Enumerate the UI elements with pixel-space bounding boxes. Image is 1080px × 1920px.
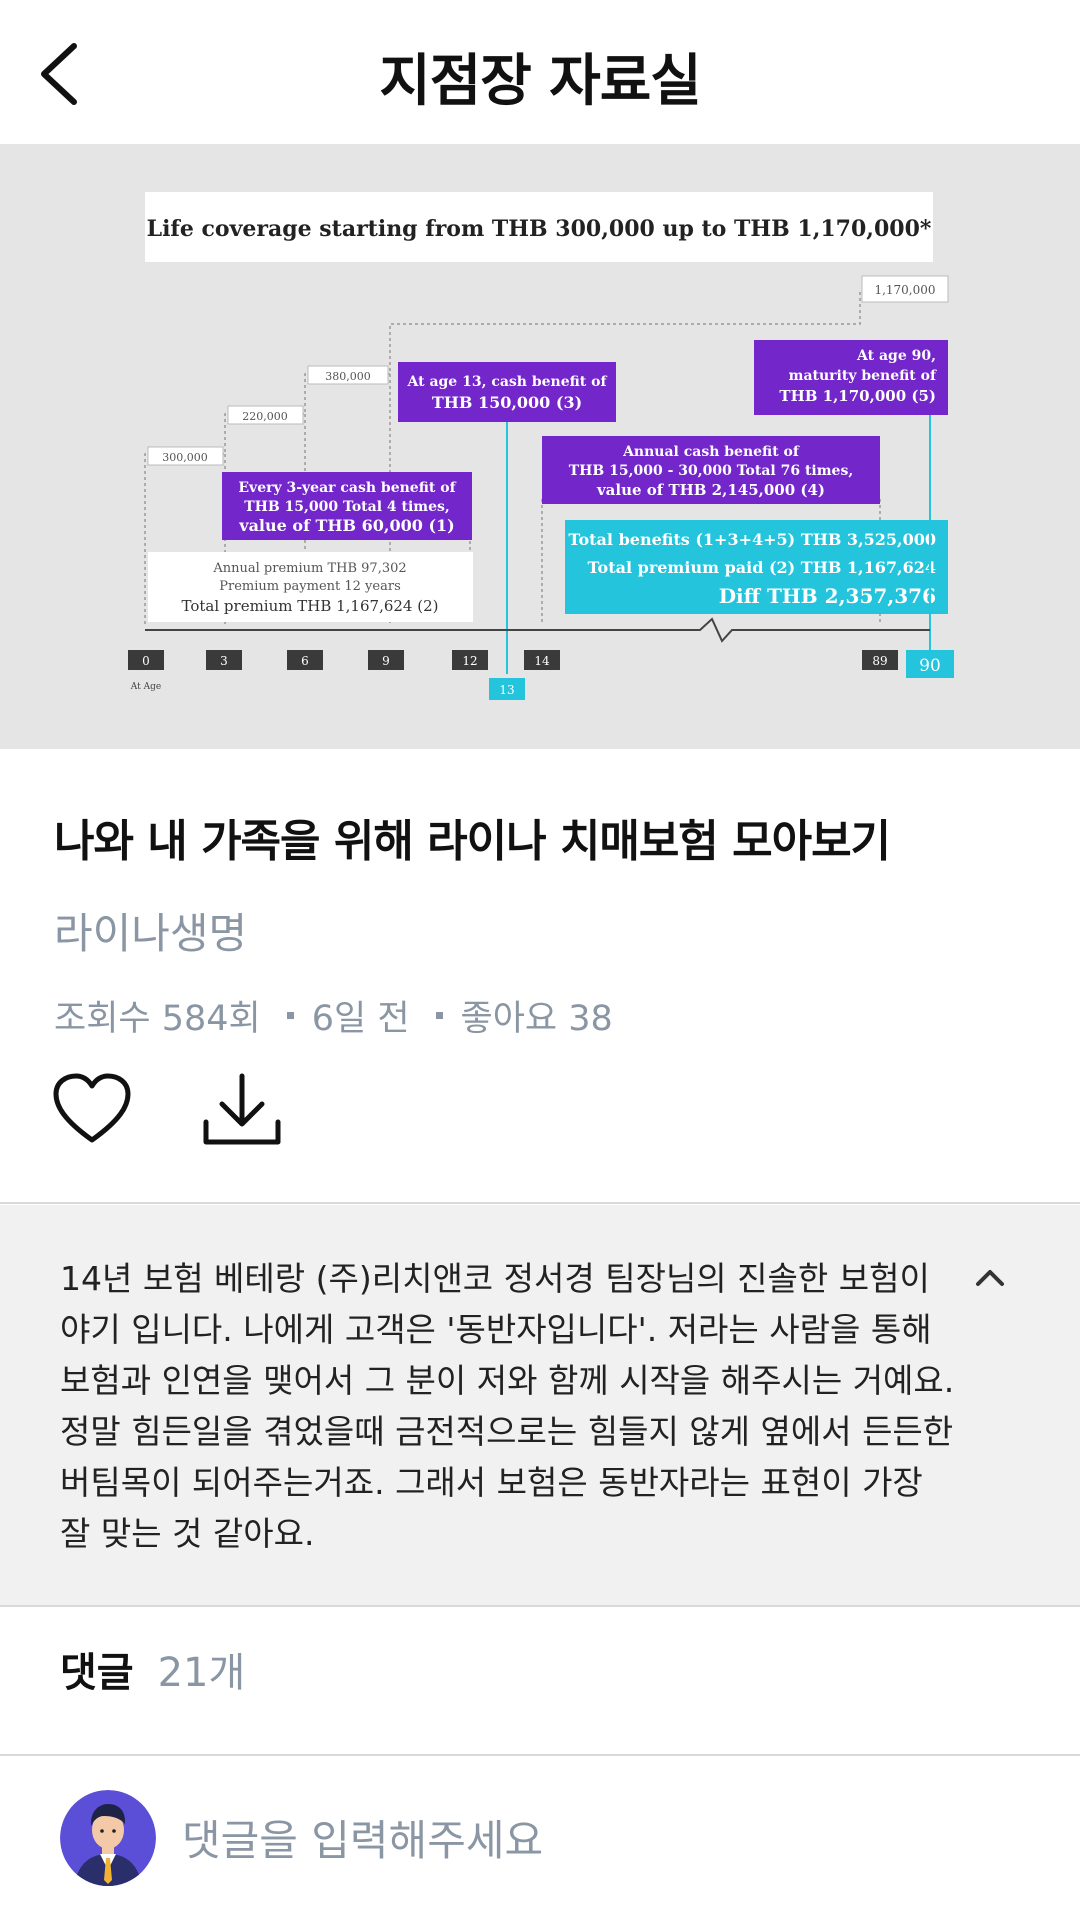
age-label: 12 xyxy=(462,654,477,668)
post-thumbnail-infographic[interactable]: Life coverage starting from THB 300,000 … xyxy=(0,144,1080,749)
user-avatar xyxy=(60,1790,156,1886)
coverage-step-label: 1,170,000 xyxy=(874,283,935,297)
collapse-chevron-up-icon[interactable] xyxy=(968,1262,1012,1292)
premium-box-line: Total premium THB 1,167,624 (2) xyxy=(182,597,439,615)
post-meta: 조회수 584회 6일 전 좋아요 38 xyxy=(54,990,613,1041)
post-author[interactable]: 라이나생명 xyxy=(54,900,247,961)
box-age90-line: THB 1,170,000 (5) xyxy=(779,387,936,405)
page-title: 지점장 자료실 xyxy=(379,49,702,114)
age-label: 90 xyxy=(919,656,941,676)
comments-count: 21개 xyxy=(157,1650,246,1696)
like-count: 좋아요 38 xyxy=(460,999,613,1039)
post-actions xyxy=(52,1072,282,1152)
coverage-step-label: 220,000 xyxy=(242,410,288,423)
box-annual-line: Annual cash benefit of xyxy=(622,444,800,460)
view-count: 조회수 584회 xyxy=(54,999,261,1039)
post-description: 14년 보험 베테랑 (주)리치앤코 정서경 팀장님의 진솔한 보험이야기 입니… xyxy=(60,1259,955,1553)
box-age13-line: THB 150,000 (3) xyxy=(432,393,582,412)
box-every3-line: THB 15,000 Total 4 times, xyxy=(244,499,450,515)
totals-box-line: Total benefits (1+3+4+5) THB 3,525,000 xyxy=(568,530,936,549)
premium-box-line: Annual premium THB 97,302 xyxy=(212,561,406,576)
meta-separator xyxy=(286,1012,294,1019)
age-label: 89 xyxy=(872,654,887,668)
comment-composer xyxy=(0,1756,1080,1920)
age-label: 0 xyxy=(142,654,150,668)
age-label: 14 xyxy=(534,654,550,668)
coverage-step-label: 300,000 xyxy=(162,451,208,464)
box-every3-line: Every 3-year cash benefit of xyxy=(238,480,456,496)
post-description-panel: 14년 보험 베테랑 (주)리치앤코 정서경 팀장님의 진솔한 보험이야기 입니… xyxy=(0,1205,1080,1605)
section-divider xyxy=(0,1202,1080,1204)
box-age90-line: maturity benefit of xyxy=(789,368,937,384)
premium-box-line: Premium payment 12 years xyxy=(219,579,401,594)
age-13-label: 13 xyxy=(499,683,514,697)
comments-label: 댓글 xyxy=(60,1650,134,1696)
comments-header: 댓글 21개 xyxy=(60,1640,245,1698)
age-label: 9 xyxy=(382,654,390,668)
box-annual-line: THB 15,000 - 30,000 Total 76 times, xyxy=(569,463,853,479)
post-date: 6일 전 xyxy=(311,999,410,1039)
coverage-step-label: 380,000 xyxy=(325,370,371,383)
download-icon[interactable] xyxy=(202,1072,282,1152)
infographic-headline: Life coverage starting from THB 300,000 … xyxy=(147,216,932,242)
like-heart-icon[interactable] xyxy=(52,1072,132,1152)
top-bar: 지점장 자료실 xyxy=(0,0,1080,144)
age-axis-label: At Age xyxy=(130,682,161,692)
totals-box-line: Total premium paid (2) THB 1,167,624 xyxy=(587,558,936,577)
box-age13-line: At age 13, cash benefit of xyxy=(406,374,607,390)
meta-separator xyxy=(435,1012,443,1019)
box-every3-line: value of THB 60,000 (1) xyxy=(238,516,454,535)
box-annual-line: value of THB 2,145,000 (4) xyxy=(596,481,825,499)
totals-box-line: Diff THB 2,357,376 xyxy=(719,584,936,608)
age-label: 3 xyxy=(220,654,228,668)
post-title: 나와 내 가족을 위해 라이나 치매보험 모아보기 xyxy=(54,816,891,867)
box-age90-line: At age 90, xyxy=(856,348,936,364)
comment-input[interactable] xyxy=(180,1804,1024,1876)
age-label: 6 xyxy=(301,654,309,668)
section-divider xyxy=(0,1605,1080,1607)
